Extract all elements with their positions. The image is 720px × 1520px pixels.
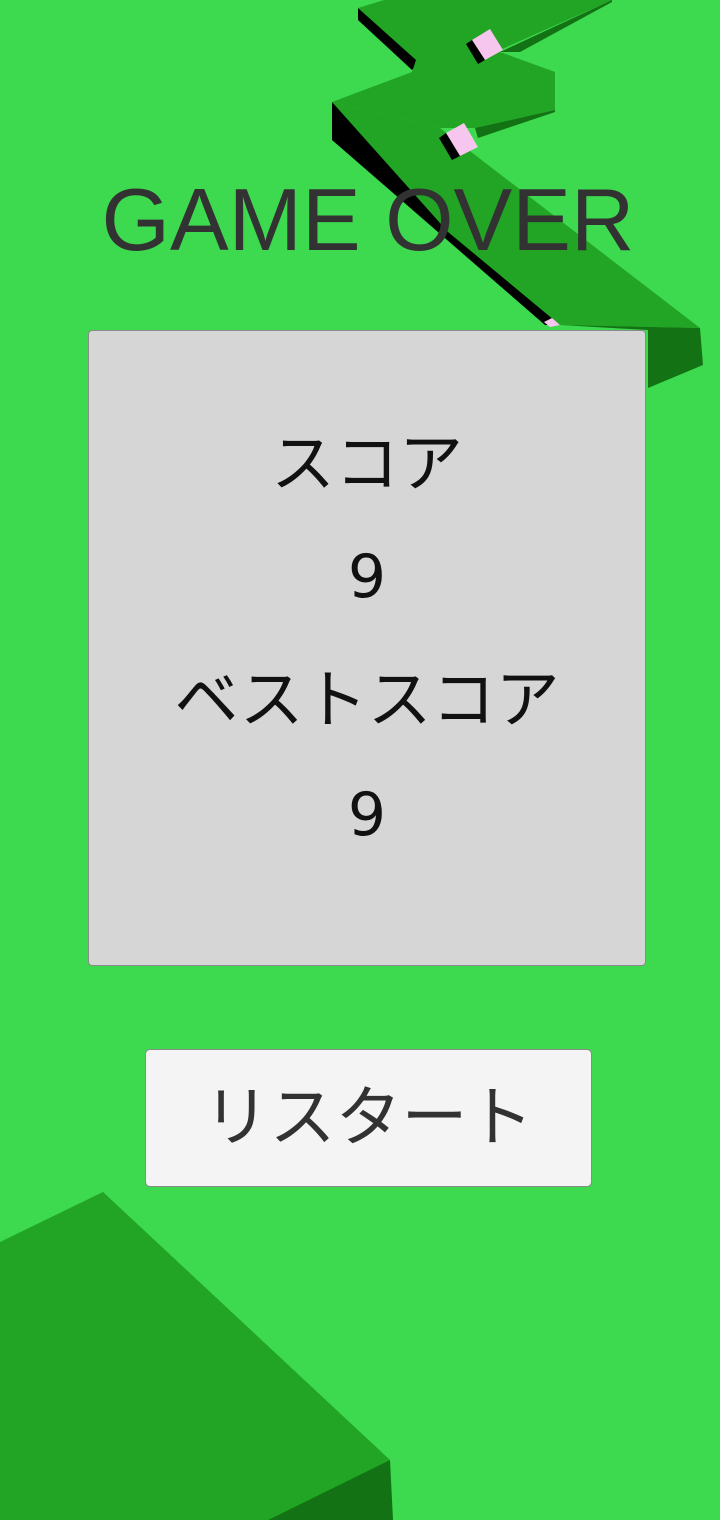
- score-label: スコア: [271, 428, 463, 502]
- game-over-title: GAME OVER: [101, 170, 635, 269]
- restart-button[interactable]: リスタート: [145, 1049, 592, 1187]
- best-score-value: 9: [347, 780, 387, 850]
- score-value: 9: [347, 542, 387, 612]
- path-segment: [0, 1192, 390, 1520]
- score-panel: スコア 9 ベストスコア 9: [88, 330, 646, 966]
- best-score-label: ベストスコア: [174, 664, 560, 738]
